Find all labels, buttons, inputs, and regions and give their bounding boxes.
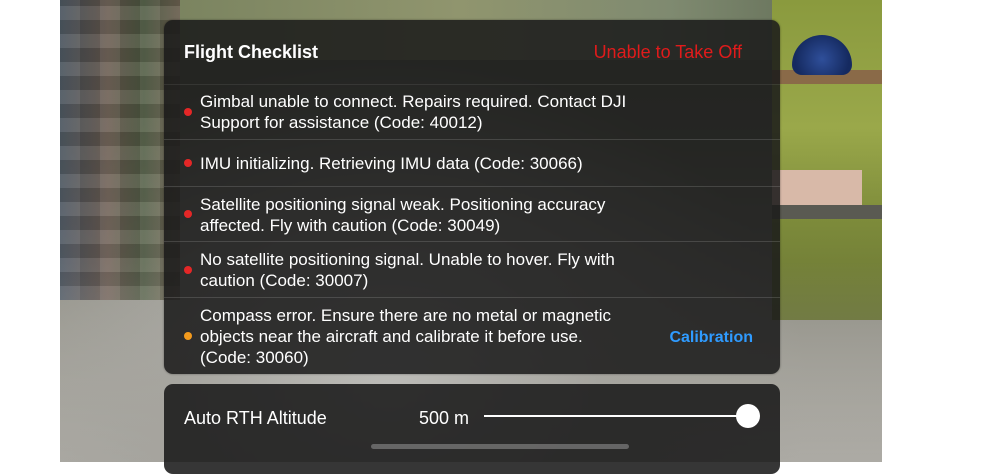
item-line: (Code: 30060) <box>200 348 309 367</box>
box <box>772 170 862 210</box>
checklist-item-satellite-weak[interactable]: Satellite positioning signal weak. Posit… <box>164 186 780 241</box>
item-text: Gimbal unable to connect. Repairs requir… <box>200 91 670 133</box>
item-text: Satellite positioning signal weak. Posit… <box>200 194 670 236</box>
item-line: Satellite positioning signal weak. Posit… <box>200 195 606 214</box>
postcard-wall <box>60 0 180 300</box>
warning-dot-icon <box>184 332 192 340</box>
checklist-title: Flight Checklist <box>184 42 319 62</box>
item-text: No satellite positioning signal. Unable … <box>200 249 670 291</box>
item-line: objects near the aircraft and calibrate … <box>200 327 583 346</box>
error-dot-icon <box>184 266 192 274</box>
item-line: affected. Fly with caution (Code: 30049) <box>200 216 501 235</box>
checklist-item-gimbal[interactable]: Gimbal unable to connect. Repairs requir… <box>164 84 780 139</box>
auto-rth-altitude-panel: Auto RTH Altitude 500 m <box>164 384 780 474</box>
item-line: No satellite positioning signal. Unable … <box>200 250 615 269</box>
rth-altitude-label: Auto RTH Altitude <box>184 408 327 428</box>
item-line: IMU initializing. Retrieving IMU data (C… <box>200 154 583 173</box>
panel-scroll-indicator <box>371 444 629 449</box>
item-text: Compass error. Ensure there are no metal… <box>200 305 670 368</box>
rth-altitude-slider-track[interactable] <box>484 415 749 417</box>
checklist-item-imu[interactable]: IMU initializing. Retrieving IMU data (C… <box>164 139 780 186</box>
takeoff-status: Unable to Take Off <box>593 42 742 62</box>
counter-edge <box>772 205 882 219</box>
error-dot-icon <box>184 159 192 167</box>
checklist-item-compass[interactable]: Compass error. Ensure there are no metal… <box>164 297 780 374</box>
item-line: caution (Code: 30007) <box>200 271 369 290</box>
calibration-button[interactable]: Calibration <box>669 329 753 347</box>
error-dot-icon <box>184 108 192 116</box>
item-line: Support for assistance (Code: 40012) <box>200 113 483 132</box>
error-dot-icon <box>184 210 192 218</box>
item-text: IMU initializing. Retrieving IMU data (C… <box>200 153 670 174</box>
checklist-header: Flight Checklist Unable to Take Off <box>164 20 780 84</box>
checklist-item-no-satellite[interactable]: No satellite positioning signal. Unable … <box>164 241 780 297</box>
checklist-items: Gimbal unable to connect. Repairs requir… <box>164 84 780 374</box>
flight-checklist-panel: Flight Checklist Unable to Take Off Gimb… <box>164 20 780 374</box>
item-line: Gimbal unable to connect. Repairs requir… <box>200 92 627 111</box>
item-line: Compass error. Ensure there are no metal… <box>200 306 612 325</box>
rth-altitude-value: 500 m <box>419 408 470 428</box>
rth-altitude-slider-thumb[interactable] <box>736 404 760 428</box>
